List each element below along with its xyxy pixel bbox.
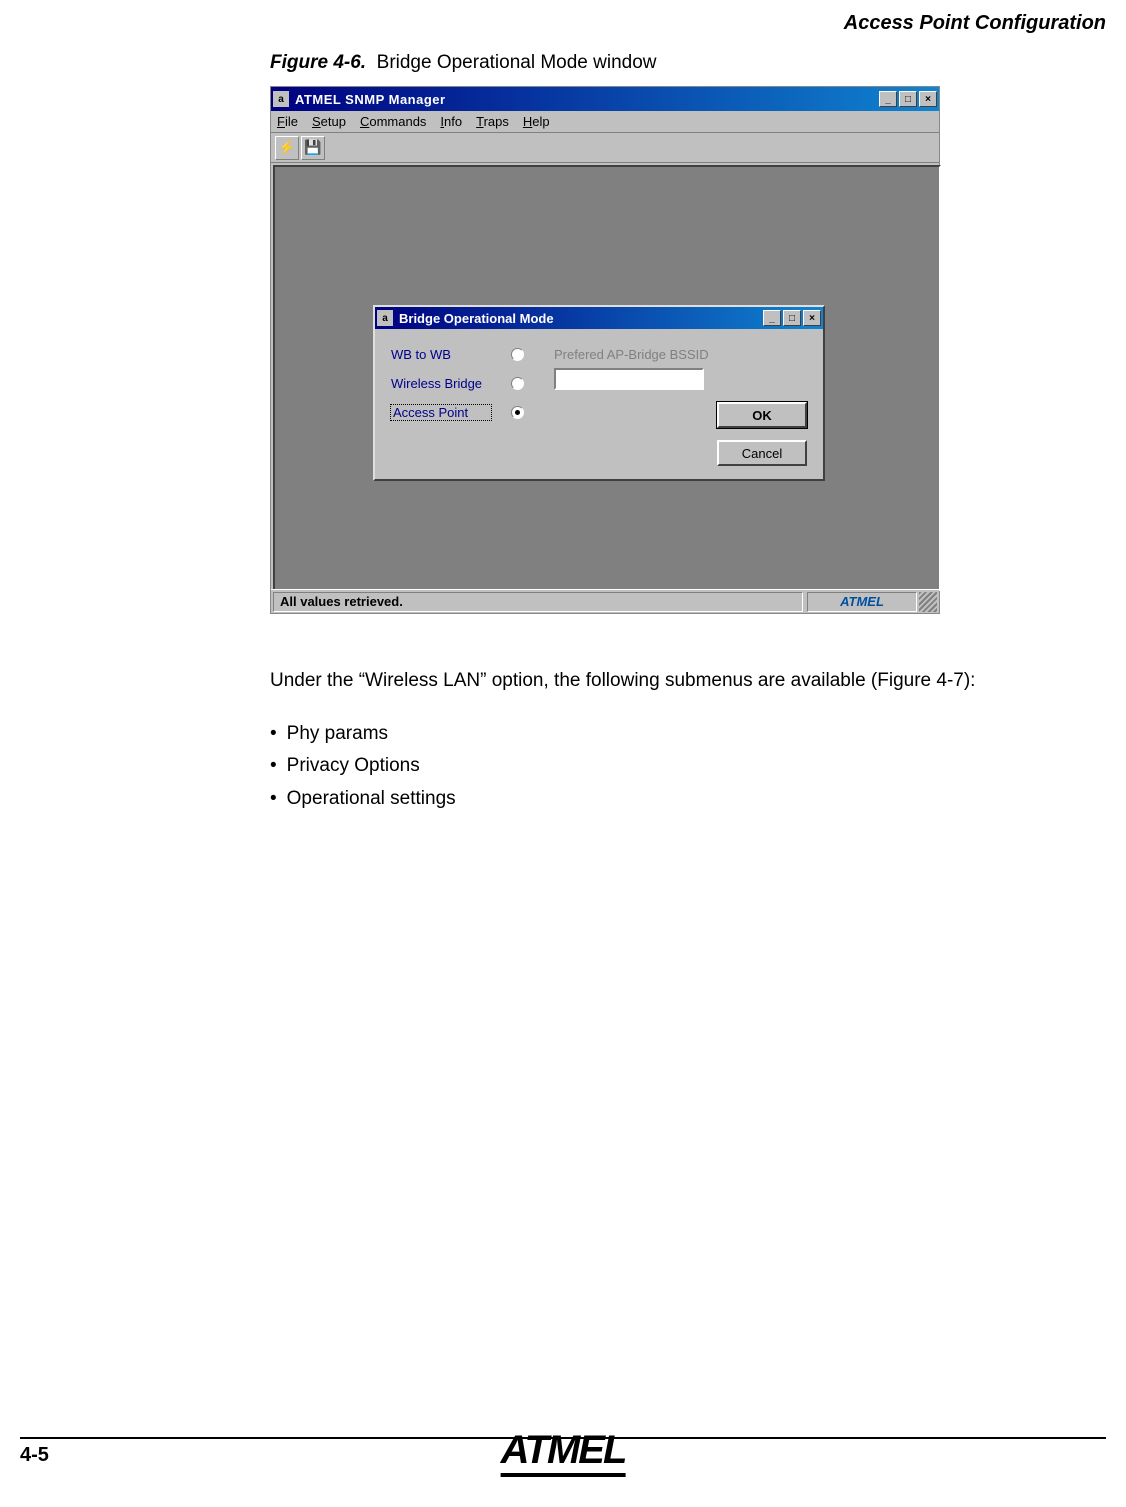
menu-file[interactable]: File xyxy=(277,114,298,129)
radio-icon xyxy=(511,348,524,361)
app-window: a ATMEL SNMP Manager _ □ × File Setup Co… xyxy=(270,86,940,614)
main-titlebar: a ATMEL SNMP Manager _ □ × xyxy=(271,87,939,111)
radio-label: Wireless Bridge xyxy=(391,376,491,391)
dialog-title-text: Bridge Operational Mode xyxy=(399,311,761,326)
resize-grip-icon[interactable] xyxy=(919,592,937,612)
radio-wb-to-wb[interactable]: WB to WB xyxy=(391,347,524,362)
toolbar: ⚡ 💾 xyxy=(271,133,939,163)
footer-brand-logo: ATMEL xyxy=(501,1428,626,1477)
client-area: a Bridge Operational Mode _ □ × WB to WB… xyxy=(273,165,941,591)
radio-label: WB to WB xyxy=(391,347,491,362)
figure-title: Bridge Operational Mode window xyxy=(377,52,657,73)
figure-label: Figure 4-6. xyxy=(270,52,366,73)
dialog-close-button[interactable]: × xyxy=(803,310,821,326)
bridge-mode-dialog: a Bridge Operational Mode _ □ × WB to WB… xyxy=(373,305,825,481)
list-item: •Phy params xyxy=(270,718,456,750)
dialog-icon: a xyxy=(377,310,393,326)
minimize-button[interactable]: _ xyxy=(879,91,897,107)
maximize-button[interactable]: □ xyxy=(899,91,917,107)
menu-info[interactable]: Info xyxy=(440,114,462,129)
radio-icon xyxy=(511,406,524,419)
menu-traps[interactable]: Traps xyxy=(476,114,509,129)
status-text: All values retrieved. xyxy=(273,592,803,612)
save-icon[interactable]: 💾 xyxy=(301,136,325,160)
radio-wireless-bridge[interactable]: Wireless Bridge xyxy=(391,376,524,391)
cancel-button[interactable]: Cancel xyxy=(717,440,807,466)
dialog-titlebar: a Bridge Operational Mode _ □ × xyxy=(375,307,823,329)
ok-button[interactable]: OK xyxy=(717,402,807,428)
statusbar: All values retrieved. ATMEL xyxy=(271,589,939,613)
bullet-list: •Phy params •Privacy Options •Operationa… xyxy=(270,718,456,815)
list-item: •Privacy Options xyxy=(270,750,456,782)
radio-access-point[interactable]: Access Point xyxy=(391,405,524,420)
bssid-input[interactable] xyxy=(554,368,704,390)
status-brand-logo: ATMEL xyxy=(807,592,917,612)
bssid-label: Prefered AP-Bridge BSSID xyxy=(554,347,807,362)
dialog-minimize-button[interactable]: _ xyxy=(763,310,781,326)
menu-commands[interactable]: Commands xyxy=(360,114,426,129)
close-button[interactable]: × xyxy=(919,91,937,107)
body-paragraph: Under the “Wireless LAN” option, the fol… xyxy=(270,668,1086,695)
lightning-icon[interactable]: ⚡ xyxy=(275,136,299,160)
dialog-maximize-button[interactable]: □ xyxy=(783,310,801,326)
app-icon: a xyxy=(273,91,289,107)
menubar: File Setup Commands Info Traps Help xyxy=(271,111,939,133)
radio-label: Access Point xyxy=(391,405,491,420)
menu-setup[interactable]: Setup xyxy=(312,114,346,129)
figure-caption: Figure 4-6. Bridge Operational Mode wind… xyxy=(270,52,657,74)
list-item: •Operational settings xyxy=(270,783,456,815)
radio-icon xyxy=(511,377,524,390)
page-number: 4-5 xyxy=(20,1444,49,1467)
menu-help[interactable]: Help xyxy=(523,114,550,129)
page-header: Access Point Configuration xyxy=(844,12,1106,35)
main-window-title: ATMEL SNMP Manager xyxy=(295,92,877,107)
